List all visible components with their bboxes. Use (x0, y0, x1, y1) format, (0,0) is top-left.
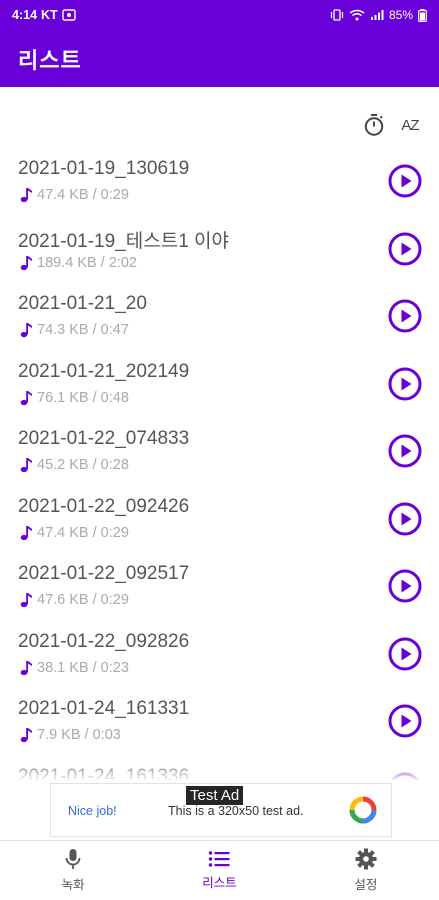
recording-meta: 76.1 KB / 0:48 (20, 390, 129, 406)
recordings-list[interactable]: 2021-01-19_130619 47.4 KB / 0:29 2021-01-1… (0, 150, 439, 780)
app-root: 4:14 KT 85% 리스트 AZ 2021-01-19_130619 47.… (0, 0, 439, 900)
recording-meta: 38.1 KB / 0:23 (20, 660, 129, 676)
play-button[interactable] (388, 637, 422, 671)
list-item[interactable]: 2021-01-24_161331 7.9 KB / 0:03 (0, 690, 439, 758)
gear-icon (355, 848, 377, 870)
nav-list[interactable]: 리스트 (146, 841, 292, 900)
microphone-icon (65, 849, 81, 869)
recording-name: 2021-01-22_092426 (18, 495, 190, 517)
recording-meta: 7.9 KB / 0:03 (20, 727, 121, 743)
recording-meta: 189.4 KB / 2:02 (20, 255, 137, 271)
recording-size-duration: 38.1 KB / 0:23 (37, 659, 129, 676)
nav-record-label: 녹화 (61, 878, 85, 892)
recording-size-duration: 7.9 KB / 0:03 (37, 727, 121, 743)
music-note-icon (20, 390, 32, 405)
list-item[interactable]: 2021-01-21_20 74.3 KB / 0:47 (0, 285, 439, 353)
list-item[interactable]: 2021-01-21_202149 76.1 KB / 0:48 (0, 353, 439, 421)
recording-size-duration: 189.4 KB / 2:02 (37, 254, 137, 271)
status-right: 85% (330, 8, 427, 22)
recording-size-duration: 47.4 KB / 0:29 (37, 187, 129, 203)
recording-name: 2021-01-22_074833 (18, 428, 190, 449)
status-bar: 4:14 KT 85% (0, 0, 439, 30)
recording-name: 2021-01-22_092517 (18, 563, 190, 584)
list-fade (0, 760, 439, 782)
sort-by-name-button[interactable]: AZ (397, 112, 423, 138)
vibrate-icon (330, 9, 344, 21)
status-carrier: KT (41, 8, 58, 22)
app-bar: 리스트 (0, 30, 439, 87)
list-item[interactable]: 2021-01-22_092426 47.4 KB / 0:29 (0, 488, 439, 556)
list-item[interactable]: 2021-01-22_092517 47.6 KB / 0:29 (0, 555, 439, 623)
ad-nice-text: Nice job! (68, 804, 117, 818)
recording-name: 2021-01-21_202149 (18, 360, 190, 382)
bottom-navigation: 녹화 리스트 설정 (0, 840, 439, 900)
play-button[interactable] (388, 434, 422, 468)
recording-size-duration: 47.6 KB / 0:29 (37, 592, 129, 608)
play-button[interactable] (388, 502, 422, 536)
battery-icon (418, 8, 427, 22)
recording-meta: 47.4 KB / 0:29 (20, 187, 129, 203)
ad-logo-icon (349, 796, 377, 824)
signal-icon (370, 9, 384, 21)
play-button[interactable] (388, 232, 422, 266)
play-button[interactable] (388, 367, 422, 401)
test-ad-label: Test Ad (186, 786, 244, 805)
nav-settings[interactable]: 설정 (293, 841, 439, 900)
recording-name: 2021-01-21_20 (18, 293, 147, 314)
list-item[interactable]: 2021-01-19_테스트1 이야 189.4 KB / 2:02 (0, 218, 439, 286)
recording-meta: 47.6 KB / 0:29 (20, 592, 129, 608)
music-note-icon (20, 255, 32, 270)
recording-meta: 45.2 KB / 0:28 (20, 457, 129, 473)
list-item[interactable]: 2021-01-19_130619 47.4 KB / 0:29 (0, 150, 439, 218)
wifi-icon (349, 9, 365, 21)
recording-meta: 47.4 KB / 0:29 (20, 525, 129, 541)
recording-size-duration: 74.3 KB / 0:47 (37, 322, 129, 338)
screenshot-icon (62, 9, 76, 21)
recording-name: 2021-01-22_092826 (18, 630, 190, 652)
play-button[interactable] (388, 569, 422, 603)
sort-toolbar: AZ (361, 112, 423, 138)
sort-by-time-button[interactable] (361, 112, 387, 138)
page-title: 리스트 (18, 47, 82, 73)
nav-list-label: 리스트 (202, 876, 237, 890)
play-button[interactable] (388, 164, 422, 198)
recording-size-duration: 47.4 KB / 0:29 (37, 524, 129, 541)
recording-name: 2021-01-19_130619 (18, 158, 190, 179)
status-time: 4:14 (12, 8, 38, 22)
nav-record[interactable]: 녹화 (0, 841, 146, 900)
music-note-icon (20, 188, 32, 203)
play-button[interactable] (388, 704, 422, 738)
music-note-icon (20, 525, 32, 540)
music-note-icon (20, 593, 32, 608)
list-item[interactable]: 2021-01-22_074833 45.2 KB / 0:28 (0, 420, 439, 488)
ad-text: This is a 320x50 test ad. (168, 804, 304, 818)
list-icon (209, 851, 230, 867)
recording-name: 2021-01-19_테스트1 이야 (18, 230, 230, 252)
status-left: 4:14 KT (12, 8, 76, 22)
play-button[interactable] (388, 299, 422, 333)
music-note-icon (20, 728, 32, 743)
recording-meta: 74.3 KB / 0:47 (20, 322, 129, 338)
recording-size-duration: 76.1 KB / 0:48 (37, 389, 129, 406)
nav-settings-label: 설정 (354, 878, 378, 892)
recording-name: 2021-01-24_161331 (18, 698, 190, 719)
timer-icon (364, 114, 384, 136)
music-note-icon (20, 323, 32, 338)
music-note-icon (20, 458, 32, 473)
sort-az-label: AZ (401, 116, 419, 134)
battery-percent: 85% (388, 8, 413, 22)
recording-size-duration: 45.2 KB / 0:28 (37, 457, 129, 473)
music-note-icon (20, 660, 32, 675)
list-item[interactable]: 2021-01-22_092826 38.1 KB / 0:23 (0, 623, 439, 691)
